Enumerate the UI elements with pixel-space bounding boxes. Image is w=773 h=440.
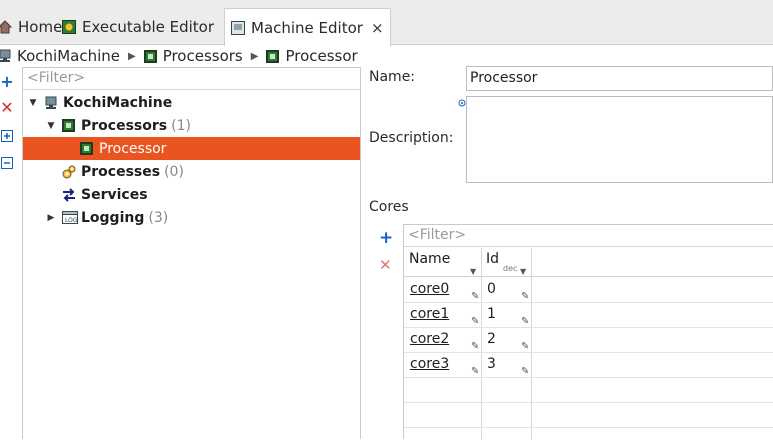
chip-icon (62, 119, 75, 132)
edit-pencil-icon[interactable]: ✎ (471, 341, 479, 352)
tree-node-label: Services (81, 186, 148, 203)
machine-editor-icon (231, 20, 245, 35)
core-id-cell[interactable]: 0 (487, 277, 496, 301)
row-divider (404, 402, 773, 403)
breadcrumb-label: Processor (285, 47, 358, 65)
tab-machine-editor[interactable]: Machine Editor × (224, 8, 391, 46)
row-divider (404, 327, 773, 328)
cores-filter-input[interactable]: <Filter> (404, 225, 773, 247)
edit-pencil-icon[interactable]: ✎ (521, 291, 529, 302)
column-header-empty (531, 248, 773, 277)
column-header-label: Id (486, 251, 500, 267)
chip-icon (266, 49, 280, 63)
tree-node-machine[interactable]: ▼ KochiMachine (23, 91, 360, 114)
home-icon (0, 19, 13, 34)
tree-node-count: (3) (148, 209, 169, 226)
breadcrumb-item-machine[interactable]: KochiMachine (0, 47, 120, 65)
tree-node-count: (1) (171, 117, 191, 134)
tab-machine-editor-label: Machine Editor (251, 18, 363, 37)
column-header-label: Name (409, 251, 451, 267)
chip-icon (80, 142, 93, 155)
tab-executable-editor-label: Executable Editor (82, 17, 215, 36)
machine-icon (0, 49, 12, 63)
gears-icon (62, 165, 76, 179)
row-divider (404, 427, 773, 428)
tree-node-label: Processes (81, 163, 161, 180)
exchange-arrows-icon (62, 187, 76, 202)
name-field[interactable]: Processor (466, 66, 773, 91)
column-header-sublabel: dec (503, 264, 518, 273)
machine-icon (44, 96, 58, 110)
core-id-cell[interactable]: 2 (487, 327, 496, 351)
description-label: Description: (369, 130, 454, 146)
chip-icon (143, 49, 157, 63)
tree-node-label: KochiMachine (63, 94, 173, 111)
breadcrumb-label: KochiMachine (17, 47, 120, 65)
row-divider (404, 377, 773, 378)
add-icon[interactable]: + (0, 74, 14, 90)
tree-node-processes[interactable]: Processes (0) (23, 160, 360, 183)
core-name-cell[interactable]: core3 (410, 352, 449, 376)
tree-node-label: Processor (99, 140, 167, 157)
log-icon: LOG (62, 210, 78, 225)
chevron-right-icon: ▶ (250, 50, 259, 62)
edit-pencil-icon[interactable]: ✎ (521, 341, 529, 352)
tree-node-processors[interactable]: ▼ Processors (1) (23, 114, 360, 137)
column-divider (531, 248, 532, 440)
delete-core-icon[interactable]: ✕ (379, 258, 392, 273)
breadcrumb-label: Processors (162, 47, 243, 65)
column-divider (481, 248, 482, 440)
tree-node-processor[interactable]: Processor (23, 137, 360, 160)
core-name-cell[interactable]: core1 (410, 302, 449, 326)
tab-bar: Home Executable Editor Machine Editor × (0, 0, 773, 46)
close-icon[interactable]: × (371, 19, 384, 37)
tree-node-logging[interactable]: ▶ LOG Logging (3) (23, 206, 360, 229)
collapsed-arrow-icon[interactable]: ▶ (46, 213, 56, 223)
tab-executable-editor[interactable]: Executable Editor (56, 8, 220, 45)
core-name-cell[interactable]: core2 (410, 327, 449, 351)
cores-label: Cores (369, 199, 409, 215)
expand-all-icon[interactable] (0, 130, 14, 144)
breadcrumb-item-processor[interactable]: Processor (266, 47, 358, 65)
name-label: Name: (369, 69, 416, 85)
collapse-all-icon[interactable] (0, 157, 14, 171)
tree-filter-input[interactable]: <Filter> (23, 68, 360, 90)
row-divider (404, 302, 773, 303)
tree-node-label: Logging (81, 209, 145, 226)
filter-icon[interactable]: ▼ (520, 267, 526, 276)
info-icon (458, 95, 466, 107)
machine-tree: <Filter> ▼ KochiMachine ▼ Processors (1)… (22, 67, 361, 439)
svg-text:LOG: LOG (65, 217, 78, 224)
tree-node-label: Processors (81, 117, 168, 134)
executable-editor-icon (62, 19, 76, 34)
edit-pencil-icon[interactable]: ✎ (471, 291, 479, 302)
description-field[interactable] (466, 96, 773, 183)
edit-pencil-icon[interactable]: ✎ (521, 316, 529, 327)
tree-node-services[interactable]: Services (23, 183, 360, 206)
cores-table: <Filter> Name ▼ Id dec ▼ core0 ✎ 0 ✎ cor… (403, 224, 773, 440)
delete-icon[interactable]: ✕ (0, 100, 14, 116)
core-id-cell[interactable]: 1 (487, 302, 496, 326)
filter-icon[interactable]: ▼ (470, 267, 476, 276)
expanded-arrow-icon[interactable]: ▼ (46, 121, 56, 131)
core-id-cell[interactable]: 3 (487, 352, 496, 376)
edit-pencil-icon[interactable]: ✎ (471, 366, 479, 377)
breadcrumb: KochiMachine ▶ Processors ▶ Processor (0, 45, 358, 67)
expanded-arrow-icon[interactable]: ▼ (28, 98, 38, 108)
add-core-icon[interactable]: + (379, 230, 393, 247)
edit-pencil-icon[interactable]: ✎ (521, 366, 529, 377)
breadcrumb-item-processors[interactable]: Processors (143, 47, 243, 65)
row-divider (404, 352, 773, 353)
core-name-cell[interactable]: core0 (410, 277, 449, 301)
chevron-right-icon: ▶ (127, 50, 136, 62)
edit-pencil-icon[interactable]: ✎ (471, 316, 479, 327)
tree-node-count: (0) (164, 163, 184, 180)
